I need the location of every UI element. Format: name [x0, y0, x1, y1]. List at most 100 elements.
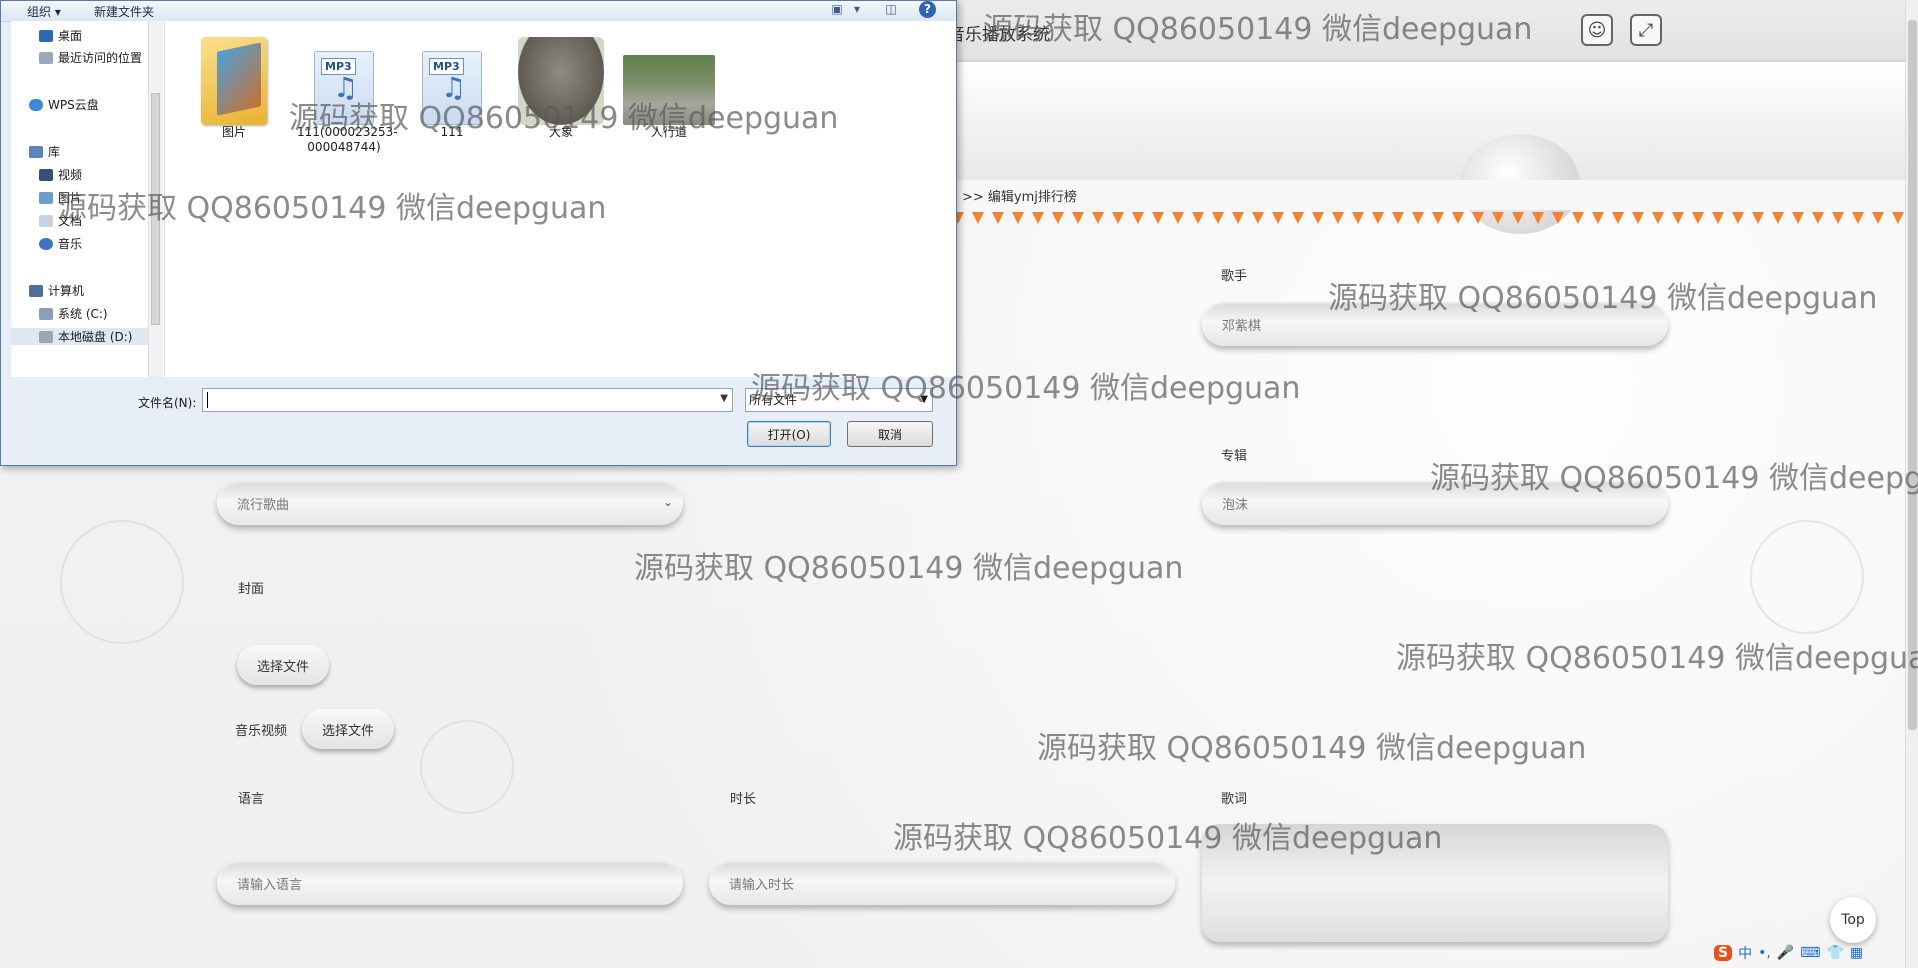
- nav-item-wps-cloud[interactable]: WPS云盘: [29, 96, 99, 113]
- help-icon[interactable]: ?: [919, 1, 936, 18]
- navigation-pane: 桌面 最近访问的位置 WPS云盘 库 视频 图片 文档 音乐 计算机 系统 (C…: [11, 21, 165, 377]
- flag-triangle: [1652, 212, 1664, 224]
- text-caret: [207, 392, 208, 408]
- filename-input[interactable]: ▼: [202, 388, 733, 412]
- file-item[interactable]: 人行道: [622, 29, 716, 140]
- video-label: 音乐视频: [235, 724, 288, 739]
- flag-triangle: [1732, 212, 1744, 224]
- microphone-icon[interactable]: 🎤: [1777, 945, 1794, 961]
- file-list: 图片 MP3 ♫ 111(000023253-000048744) MP3 ♫ 11…: [165, 21, 956, 377]
- view-options-icon[interactable]: ▣: [829, 2, 845, 18]
- language-label: 语言: [238, 792, 265, 807]
- nav-item-drive-d[interactable]: 本地磁盘 (D:): [11, 328, 148, 345]
- nav-item-drive-c[interactable]: 系统 (C:): [39, 305, 108, 322]
- nav-item-pictures[interactable]: 图片: [39, 189, 82, 206]
- ime-mode-chinese[interactable]: 中: [1738, 943, 1752, 963]
- background-decoration: [60, 520, 184, 644]
- mp3-file-icon: MP3 ♫: [314, 51, 374, 125]
- nav-item-computer[interactable]: 计算机: [29, 282, 84, 299]
- nav-item-music[interactable]: 音乐: [39, 235, 82, 252]
- flag-triangle: [1252, 212, 1264, 224]
- chevron-down-icon: ▼: [920, 394, 928, 405]
- video-file-button[interactable]: 选择文件: [302, 709, 395, 749]
- flag-triangle: [1212, 212, 1224, 224]
- flag-triangle: [1472, 212, 1484, 224]
- singer-input[interactable]: 邓紫棋: [1202, 302, 1668, 346]
- flag-triangle: [1592, 212, 1604, 224]
- desktop-icon: [39, 29, 53, 42]
- drive-icon: [39, 307, 53, 320]
- image-thumbnail: [518, 37, 604, 125]
- image-thumbnail: [623, 55, 715, 125]
- flag-triangle: [1352, 212, 1364, 224]
- file-open-dialog: 组织 ▾ 新建文件夹 ▣ ▾ ◫ ? 桌面 最近访问的位置 WPS云盘 库 视频…: [0, 0, 957, 466]
- scrollbar-thumb[interactable]: [151, 93, 160, 325]
- flag-triangle: [1052, 212, 1064, 224]
- chevron-down-icon[interactable]: ▾: [849, 2, 865, 18]
- navigation-scrollbar[interactable]: [148, 21, 163, 377]
- flag-triangle: [1312, 212, 1324, 224]
- page-scrollbar[interactable]: [1905, 0, 1918, 968]
- flag-triangle: [1792, 212, 1804, 224]
- folder-icon: [201, 37, 267, 125]
- chevron-down-icon[interactable]: ▼: [720, 393, 728, 404]
- duration-input[interactable]: 请输入时长: [709, 861, 1175, 905]
- music-icon: [39, 237, 53, 250]
- flag-triangle: [1332, 212, 1344, 224]
- file-item[interactable]: 大象: [514, 29, 608, 140]
- scrollbar-thumb[interactable]: [1908, 20, 1917, 730]
- language-input[interactable]: 请输入语言: [217, 861, 683, 905]
- flag-triangle: [1192, 212, 1204, 224]
- preview-pane-icon[interactable]: ◫: [883, 2, 899, 18]
- dialog-toolbar: 组织 ▾ 新建文件夹 ▣ ▾ ◫ ?: [1, 1, 956, 22]
- nav-item-videos[interactable]: 视频: [39, 166, 82, 183]
- flag-triangle: [992, 212, 1004, 224]
- flag-triangle: [1452, 212, 1464, 224]
- app-title: 音乐播放系统: [948, 25, 1050, 45]
- file-item[interactable]: 图片: [187, 29, 281, 140]
- flag-triangle: [1532, 212, 1544, 224]
- background-decoration: [420, 720, 514, 814]
- back-to-top-button[interactable]: Top: [1830, 897, 1876, 943]
- singer-label: 歌手: [1221, 269, 1248, 284]
- keyboard-icon[interactable]: ⌨: [1800, 945, 1820, 961]
- user-icon[interactable]: ☺: [1581, 14, 1613, 46]
- breadcrumb: >> 编辑ymj排行榜: [962, 190, 1077, 205]
- skin-icon[interactable]: 👕: [1826, 945, 1843, 961]
- cover-file-button[interactable]: 选择文件: [237, 645, 330, 685]
- flag-triangle: [1572, 212, 1584, 224]
- cloud-icon: [29, 98, 43, 111]
- organize-menu[interactable]: 组织 ▾: [27, 3, 61, 20]
- file-item[interactable]: MP3 ♫ 111: [405, 29, 499, 140]
- flag-triangle: [1292, 212, 1304, 224]
- ime-toolbar[interactable]: S 中 •, 🎤 ⌨ 👕 ▦: [1714, 940, 1863, 966]
- mp3-file-icon: MP3 ♫: [422, 51, 482, 125]
- lyrics-textarea[interactable]: [1202, 824, 1668, 942]
- picture-icon: [39, 191, 53, 204]
- file-item[interactable]: MP3 ♫ 111(000023253-000048744): [297, 29, 398, 155]
- flag-triangle: [972, 212, 984, 224]
- flag-triangle: [1552, 212, 1564, 224]
- flag-triangle: [1812, 212, 1824, 224]
- album-input[interactable]: 泡沫: [1202, 481, 1668, 525]
- nav-item-libraries[interactable]: 库: [29, 143, 60, 160]
- cancel-button[interactable]: 取消: [847, 421, 933, 447]
- file-type-select[interactable]: 所有文件 ▼: [745, 388, 933, 412]
- open-button[interactable]: 打开(O): [747, 421, 831, 447]
- new-folder-button[interactable]: 新建文件夹: [94, 3, 154, 20]
- nav-item-documents[interactable]: 文档: [39, 212, 82, 229]
- flag-triangle: [1492, 212, 1504, 224]
- decorative-flag-line: [952, 212, 1907, 224]
- flag-triangle: [1672, 212, 1684, 224]
- toolbox-icon[interactable]: ▦: [1850, 945, 1863, 961]
- flag-triangle: [1412, 212, 1424, 224]
- category-select[interactable]: 流行歌曲 ⌄: [217, 481, 683, 525]
- flag-triangle: [1752, 212, 1764, 224]
- punctuation-icon[interactable]: •,: [1758, 945, 1771, 961]
- fullscreen-icon[interactable]: ⤢: [1630, 14, 1662, 46]
- nav-item-desktop[interactable]: 桌面: [39, 27, 82, 44]
- flag-triangle: [1152, 212, 1164, 224]
- chevron-down-icon: ⌄: [662, 495, 673, 509]
- flag-triangle: [1372, 212, 1384, 224]
- nav-item-recent[interactable]: 最近访问的位置: [39, 49, 142, 66]
